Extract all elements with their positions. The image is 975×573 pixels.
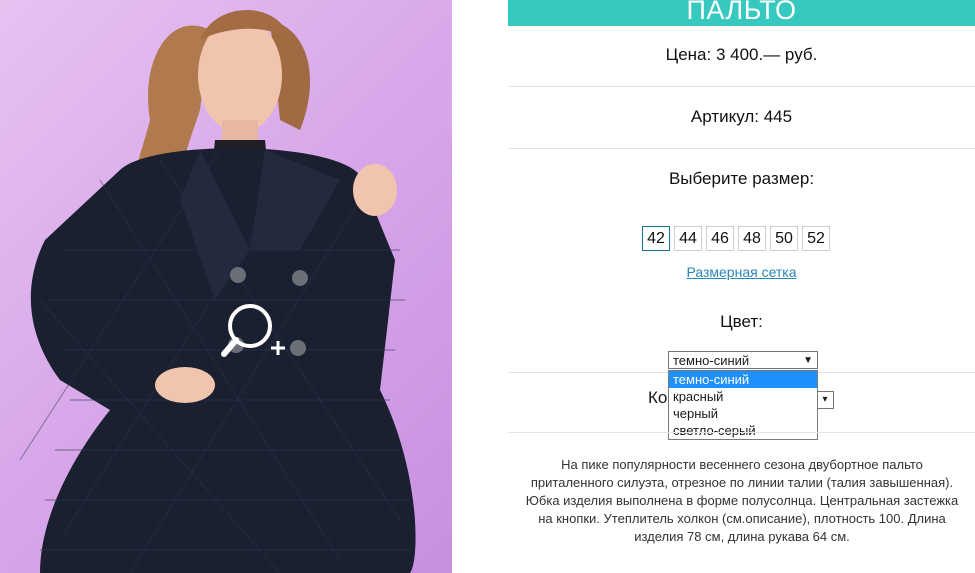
size-option-44[interactable]: 44	[674, 226, 702, 251]
size-option-42[interactable]: 42	[642, 226, 670, 251]
color-option[interactable]: светло-серый	[669, 422, 817, 439]
color-option[interactable]: красный	[669, 388, 817, 405]
size-option-50[interactable]: 50	[770, 226, 798, 251]
quantity-label: Ко	[648, 388, 668, 407]
price: Цена: 3 400.— руб.	[665, 45, 818, 64]
size-option-52[interactable]: 52	[802, 226, 830, 251]
size-option-46[interactable]: 46	[706, 226, 734, 251]
product-description: На пике популярности весеннего сезона дв…	[525, 457, 959, 544]
divider	[508, 432, 975, 433]
divider	[508, 148, 975, 149]
product-title: ПАЛЬТО	[508, 0, 975, 26]
color-option[interactable]: черный	[669, 405, 817, 422]
color-option[interactable]: темно-синий	[669, 371, 817, 388]
color-label: Цвет:	[720, 312, 763, 331]
quantity-select[interactable]: ▾	[816, 391, 834, 409]
zoom-in-icon[interactable]	[218, 300, 290, 362]
size-selector: 42 44 46 48 50 52	[642, 226, 830, 251]
color-dropdown-list: темно-синий красный черный светло-серый	[668, 370, 818, 440]
color-select-value: темно-синий	[673, 353, 750, 368]
size-option-48[interactable]: 48	[738, 226, 766, 251]
product-photo[interactable]	[0, 0, 452, 573]
choose-size-label: Выберите размер:	[668, 169, 815, 188]
product-info-panel: ПАЛЬТО Цена: 3 400.— руб. Артикул: 445 В…	[508, 0, 975, 573]
article-number: Артикул: 445	[690, 107, 793, 126]
divider	[508, 86, 975, 87]
chevron-down-icon: ▼	[803, 355, 813, 366]
size-chart-link[interactable]: Размерная сетка	[508, 264, 975, 280]
model-illustration	[19, 10, 416, 573]
color-select[interactable]: темно-синий ▼	[668, 351, 818, 369]
